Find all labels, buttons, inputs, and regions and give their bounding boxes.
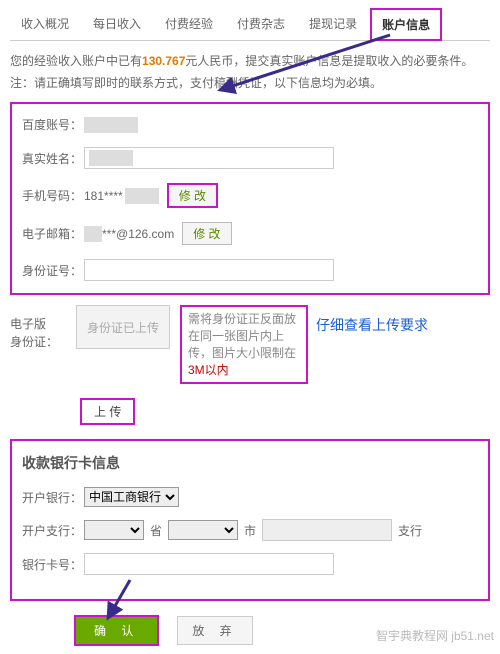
- open-bank-label: 开户银行：: [22, 489, 84, 506]
- card-label: 银行卡号：: [22, 556, 84, 573]
- phone-masked: [125, 188, 159, 204]
- confirm-button[interactable]: 确 认: [74, 615, 159, 646]
- branch-suffix: 支行: [398, 522, 422, 539]
- upload-area: 电子版身份证： 身份证已上传 需将身份证正反面放在同一张图片内上传，图片大小限制…: [10, 305, 490, 384]
- balance-amount: 130.767: [142, 54, 185, 68]
- phone-value: 181****: [84, 189, 123, 203]
- bank-info-box: 收款银行卡信息 开户银行： 中国工商银行 开户支行： 省 市 支行 银行卡号：: [10, 439, 490, 601]
- realname-label: 真实姓名：: [22, 150, 84, 167]
- province-select[interactable]: [84, 520, 144, 540]
- upload-note: 仔细查看上传要求: [316, 305, 428, 335]
- upload-tip: 需将身份证正反面放在同一张图片内上传，图片大小限制在3M以内: [180, 305, 308, 384]
- branch-input[interactable]: [262, 519, 392, 541]
- modify-phone-button[interactable]: 修 改: [167, 183, 218, 208]
- idcard-input[interactable]: [84, 259, 334, 281]
- tab-paid-exp[interactable]: 付费经验: [154, 8, 224, 40]
- account-info-box: 百度账号： 真实姓名： 手机号码： 181**** 修 改 电子邮箱： ***@…: [10, 102, 490, 295]
- notice-text: 您的经验收入账户中已有130.767元人民币，提交真实账户信息是提取收入的必要条…: [10, 51, 490, 94]
- upload-button[interactable]: 上 传: [80, 398, 135, 425]
- cancel-button[interactable]: 放 弃: [177, 616, 252, 645]
- form-actions: 确 认 放 弃: [10, 615, 490, 646]
- baidu-id-value: [84, 117, 138, 133]
- upload-preview: 身份证已上传: [76, 305, 170, 349]
- tab-income-overview[interactable]: 收入概况: [10, 8, 80, 40]
- email-value: ***@126.com: [102, 227, 174, 241]
- upload-label: 电子版身份证：: [10, 305, 66, 351]
- branch-label: 开户支行：: [22, 522, 84, 539]
- baidu-id-label: 百度账号：: [22, 116, 84, 133]
- open-bank-select[interactable]: 中国工商银行: [84, 487, 179, 507]
- tab-paid-mag[interactable]: 付费杂志: [226, 8, 296, 40]
- tab-bar: 收入概况 每日收入 付费经验 付费杂志 提现记录 账户信息: [10, 8, 490, 41]
- tab-daily-income[interactable]: 每日收入: [82, 8, 152, 40]
- tab-account-info[interactable]: 账户信息: [370, 8, 442, 41]
- modify-email-button[interactable]: 修 改: [182, 222, 231, 245]
- bank-section-title: 收款银行卡信息: [22, 453, 478, 473]
- tab-withdraw[interactable]: 提现记录: [298, 8, 368, 40]
- city-suffix: 市: [244, 522, 256, 539]
- email-mask: [84, 226, 102, 242]
- idcard-label: 身份证号：: [22, 262, 84, 279]
- email-label: 电子邮箱：: [22, 225, 84, 242]
- prov-suffix: 省: [150, 522, 162, 539]
- card-input[interactable]: [84, 553, 334, 575]
- city-select[interactable]: [168, 520, 238, 540]
- realname-value: [89, 150, 133, 166]
- phone-label: 手机号码：: [22, 187, 84, 204]
